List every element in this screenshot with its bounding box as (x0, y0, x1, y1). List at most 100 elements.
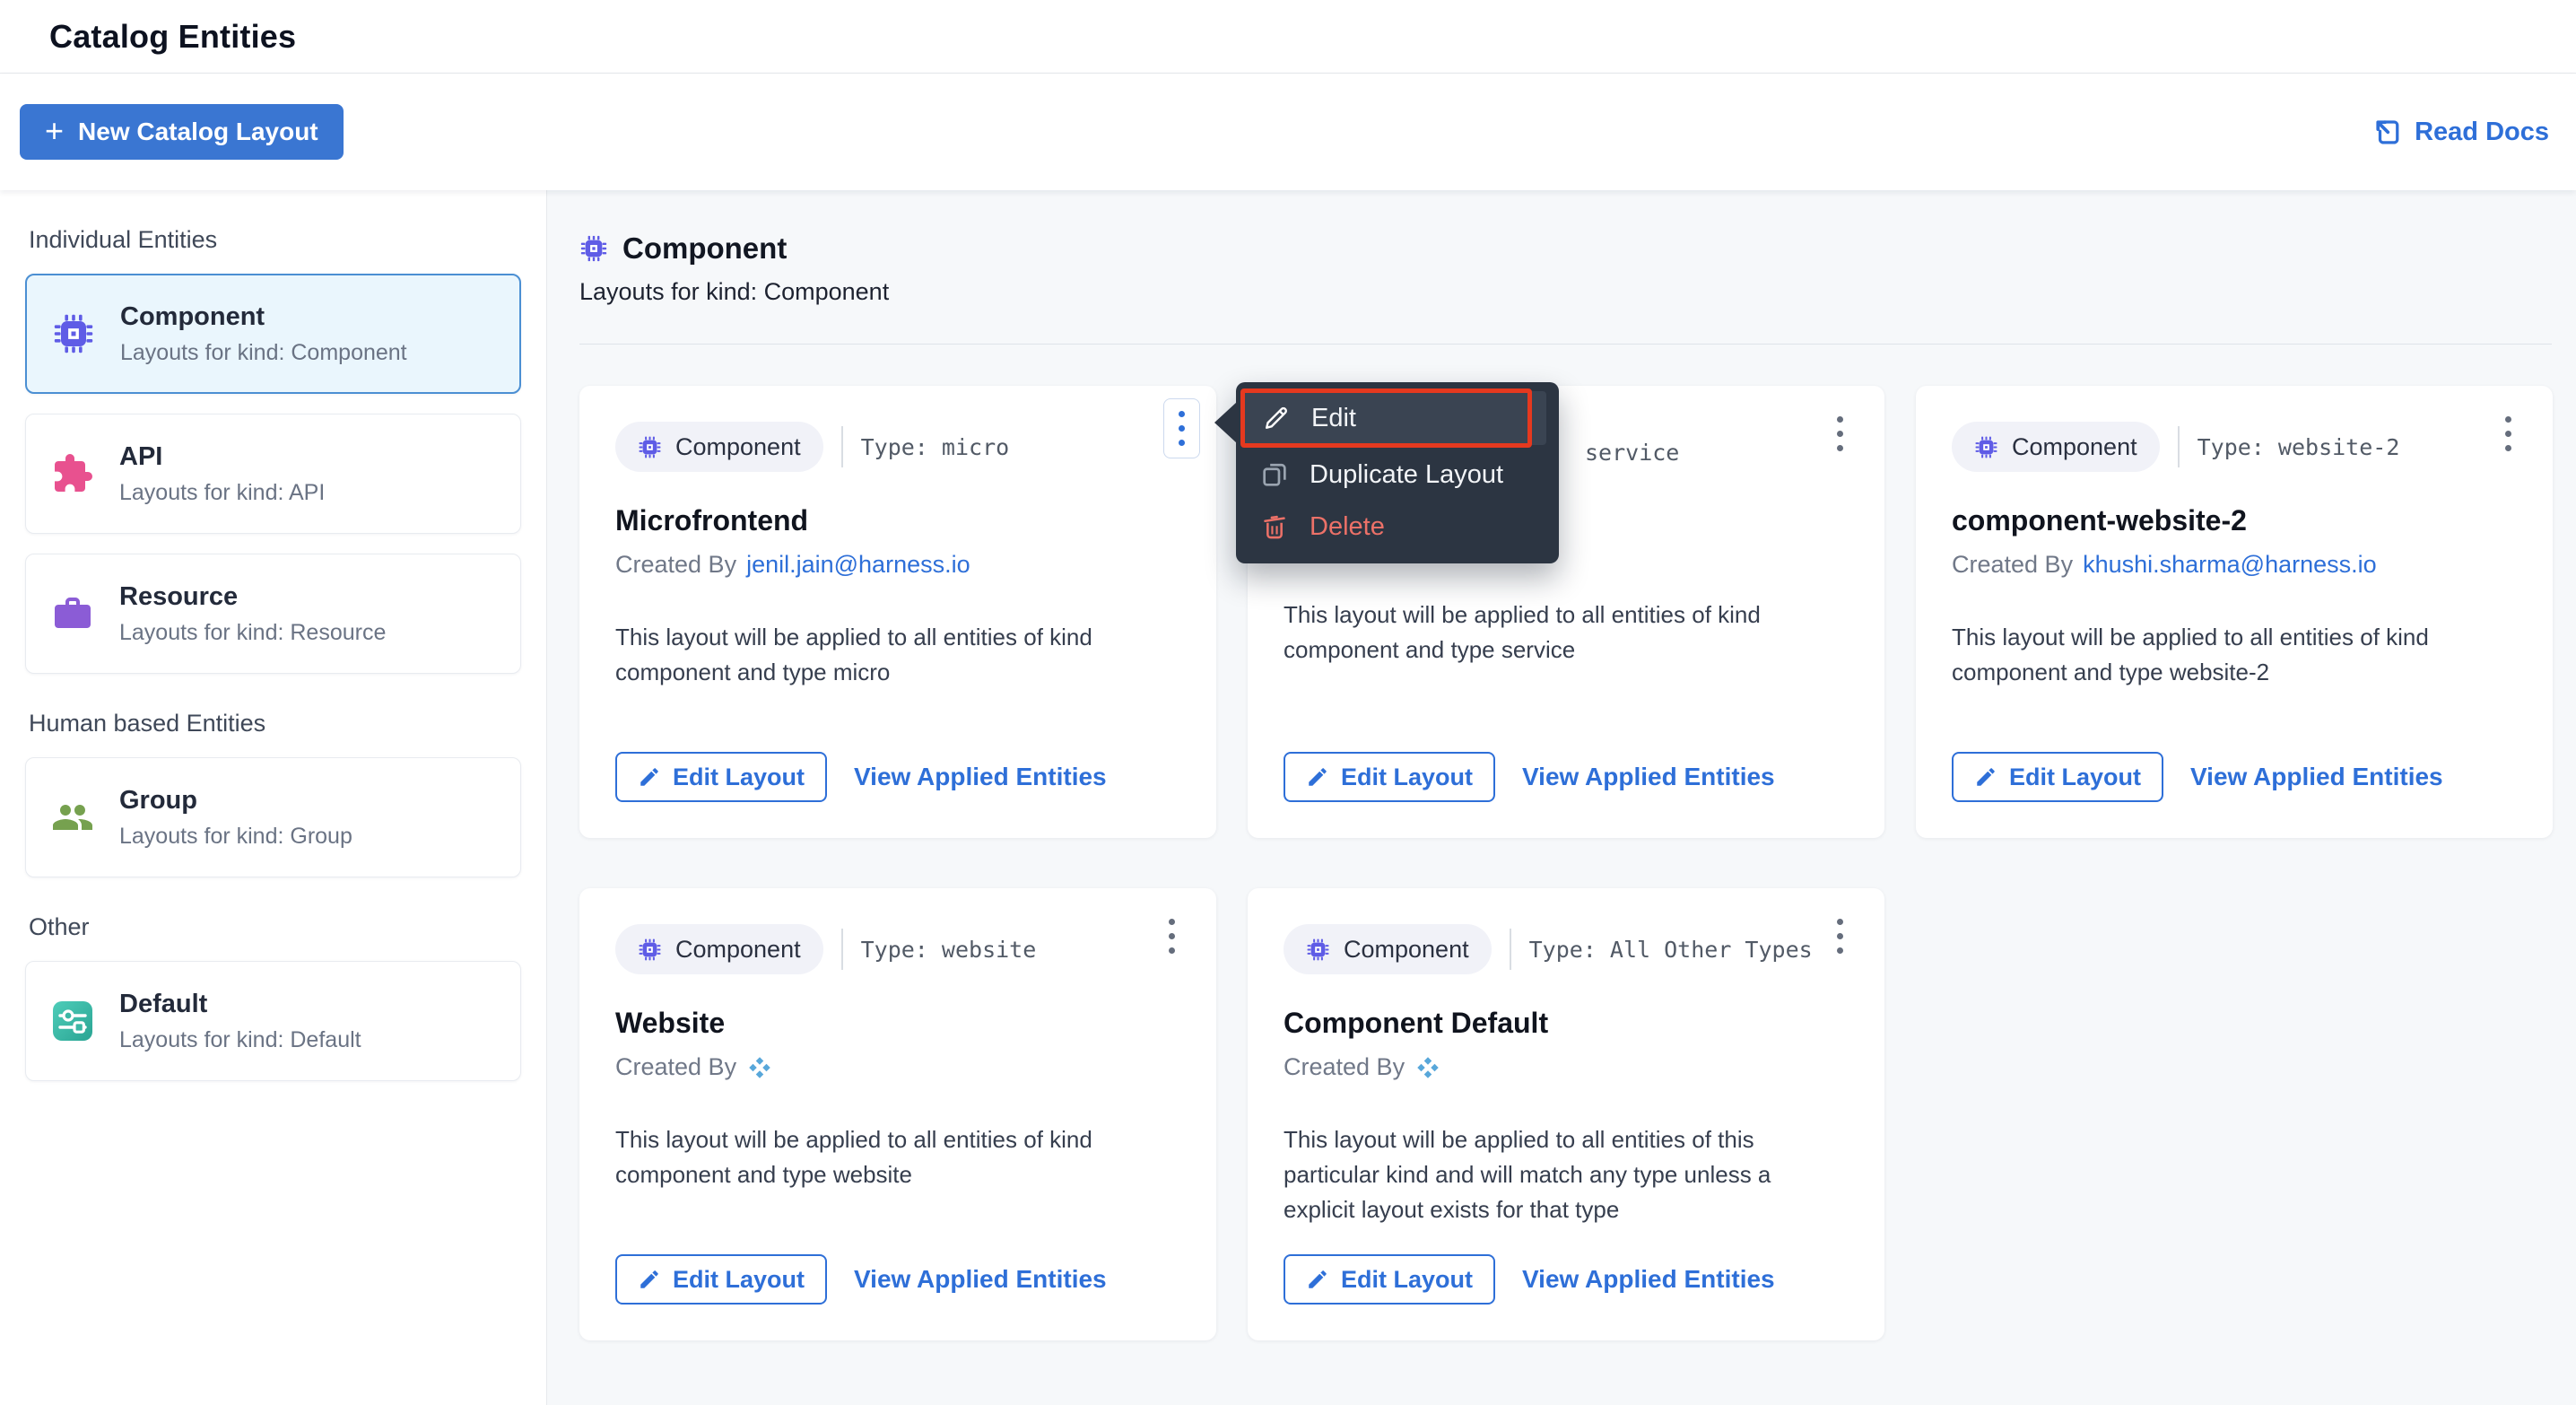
component-chip-icon (638, 435, 662, 459)
card-footer: Edit Layout View Applied Entities (615, 1254, 1107, 1305)
duplicate-copy-icon (1259, 459, 1290, 490)
harness-logo-icon (1414, 1054, 1441, 1081)
kind-chip-label: Component (675, 433, 801, 461)
sidebar-item-api[interactable]: API Layouts for kind: API (25, 414, 521, 534)
harness-logo-icon (746, 1054, 773, 1081)
created-by-email-link[interactable]: khushi.sharma@harness.io (2083, 551, 2377, 579)
type-label: Type: (2197, 434, 2265, 460)
pencil-icon (1306, 765, 1329, 789)
new-catalog-layout-label: New Catalog Layout (78, 118, 318, 146)
edit-pencil-icon (1261, 403, 1292, 433)
card-footer: Edit Layout View Applied Entities (1284, 1254, 1775, 1305)
card-menu-button[interactable] (1828, 407, 1852, 460)
card-menu-button[interactable] (2496, 407, 2520, 460)
type-text: Type: website-2 (2197, 434, 2400, 460)
type-value: website-2 (2278, 434, 2399, 460)
edit-layout-label: Edit Layout (673, 1266, 805, 1294)
created-by-row: Created By khushi.sharma@harness.io (1952, 551, 2517, 579)
main-title: Component (622, 231, 787, 266)
sidebar-item-title: Default (119, 990, 361, 1019)
created-by-email-link[interactable]: jenil.jain@harness.io (746, 551, 970, 579)
type-text: Type: website (861, 937, 1037, 963)
created-by-label: Created By (1284, 1053, 1405, 1081)
edit-layout-button[interactable]: Edit Layout (1284, 752, 1495, 802)
read-docs-icon (2372, 117, 2403, 147)
sidebar-item-subtitle: Layouts for kind: Default (119, 1027, 361, 1053)
type-value: website (942, 937, 1036, 963)
menu-item-duplicate-layout[interactable]: Duplicate Layout (1236, 449, 1559, 501)
sidebar-item-component[interactable]: Component Layouts for kind: Component (25, 274, 521, 394)
main-divider (579, 344, 2552, 345)
sidebar-item-subtitle: Layouts for kind: Resource (119, 620, 386, 646)
created-by-label: Created By (615, 551, 736, 579)
delete-trash-icon (1259, 511, 1290, 542)
page-title: Catalog Entities (49, 18, 296, 56)
sidebar-item-text: Default Layouts for kind: Default (119, 990, 361, 1053)
component-chip-icon (1306, 938, 1330, 962)
layout-card-component-website-2: Component Type: website-2 component-webs… (1916, 386, 2553, 838)
sidebar-item-default[interactable]: Default Layouts for kind: Default (25, 961, 521, 1081)
view-applied-entities-link[interactable]: View Applied Entities (1522, 1265, 1775, 1294)
view-applied-entities-link[interactable]: View Applied Entities (854, 763, 1107, 791)
main-subtitle: Layouts for kind: Component (579, 278, 2576, 306)
type-value: micro (942, 434, 1009, 460)
layout-card-component-default: Component Type: All Other Types Componen… (1248, 888, 1884, 1340)
edit-layout-button[interactable]: Edit Layout (1952, 752, 2163, 802)
created-by-row: Created By (615, 1053, 1180, 1081)
sidebar-item-text: Group Layouts for kind: Group (119, 786, 352, 850)
sidebar-item-resource[interactable]: Resource Layouts for kind: Resource (25, 554, 521, 674)
type-value: service (1585, 440, 1679, 466)
layout-cards-grid: Component Type: micro Microfrontend Crea… (579, 386, 2576, 1340)
edit-layout-button[interactable]: Edit Layout (615, 752, 827, 802)
sidebar-item-text: Resource Layouts for kind: Resource (119, 582, 386, 646)
layout-title: Microfrontend (615, 504, 1180, 537)
card-menu-button[interactable] (1163, 398, 1200, 458)
type-label: Type: (861, 434, 928, 460)
edit-layout-button[interactable]: Edit Layout (615, 1254, 827, 1305)
view-applied-entities-link[interactable]: View Applied Entities (854, 1265, 1107, 1294)
pencil-icon (1974, 765, 1997, 789)
content-split: Individual Entities Component Layouts fo… (0, 190, 2576, 1405)
card-menu-button[interactable] (1828, 910, 1852, 963)
sidebar-item-subtitle: Layouts for kind: API (119, 480, 325, 506)
kind-chip-label: Component (675, 936, 801, 964)
kind-chip-label: Component (1344, 936, 1469, 964)
pencil-icon (638, 1268, 661, 1291)
new-catalog-layout-button[interactable]: + New Catalog Layout (20, 104, 344, 160)
layouts-main-panel: Component Layouts for kind: Component Co… (547, 190, 2576, 1405)
page-header: Catalog Entities (0, 0, 2576, 74)
view-applied-entities-link[interactable]: View Applied Entities (2190, 763, 2443, 791)
card-header: Component Type: All Other Types (1284, 924, 1849, 974)
card-footer: Edit Layout View Applied Entities (1952, 752, 2443, 802)
card-menu-button[interactable] (1160, 910, 1184, 963)
layout-title: Website (615, 1007, 1180, 1040)
card-context-menu: Edit Duplicate Layout Delete (1236, 382, 1559, 563)
component-chip-icon (1974, 435, 1998, 459)
chip-divider (1510, 929, 1511, 970)
edit-layout-button[interactable]: Edit Layout (1284, 1254, 1495, 1305)
section-heading-other: Other (29, 913, 521, 941)
sidebar-item-title: Component (120, 302, 407, 332)
section-heading-individual-entities: Individual Entities (29, 226, 521, 254)
type-value: All Other Types (1610, 937, 1813, 963)
group-people-icon (51, 796, 94, 839)
sidebar-item-group[interactable]: Group Layouts for kind: Group (25, 757, 521, 877)
layout-title: Component Default (1284, 1007, 1849, 1040)
view-applied-entities-link[interactable]: View Applied Entities (1522, 763, 1775, 791)
layout-card-website: Component Type: website Website Created … (579, 888, 1216, 1340)
edit-layout-label: Edit Layout (2009, 764, 2141, 791)
pencil-icon (1306, 1268, 1329, 1291)
sidebar-item-title: API (119, 442, 325, 472)
menu-item-edit[interactable]: Edit (1243, 391, 1546, 445)
layout-description: This layout will be applied to all entit… (615, 1122, 1176, 1192)
type-text: Type: All Other Types (1529, 937, 1813, 963)
default-sliders-icon (51, 999, 94, 1043)
type-text: Type: micro (861, 434, 1010, 460)
read-docs-link[interactable]: Read Docs (2372, 117, 2549, 147)
read-docs-label: Read Docs (2415, 118, 2549, 147)
edit-layout-label: Edit Layout (673, 764, 805, 791)
menu-item-label: Duplicate Layout (1310, 460, 1503, 490)
menu-item-delete[interactable]: Delete (1236, 501, 1559, 553)
sidebar-item-title: Group (119, 786, 352, 816)
layout-description: This layout will be applied to all entit… (1284, 598, 1844, 668)
